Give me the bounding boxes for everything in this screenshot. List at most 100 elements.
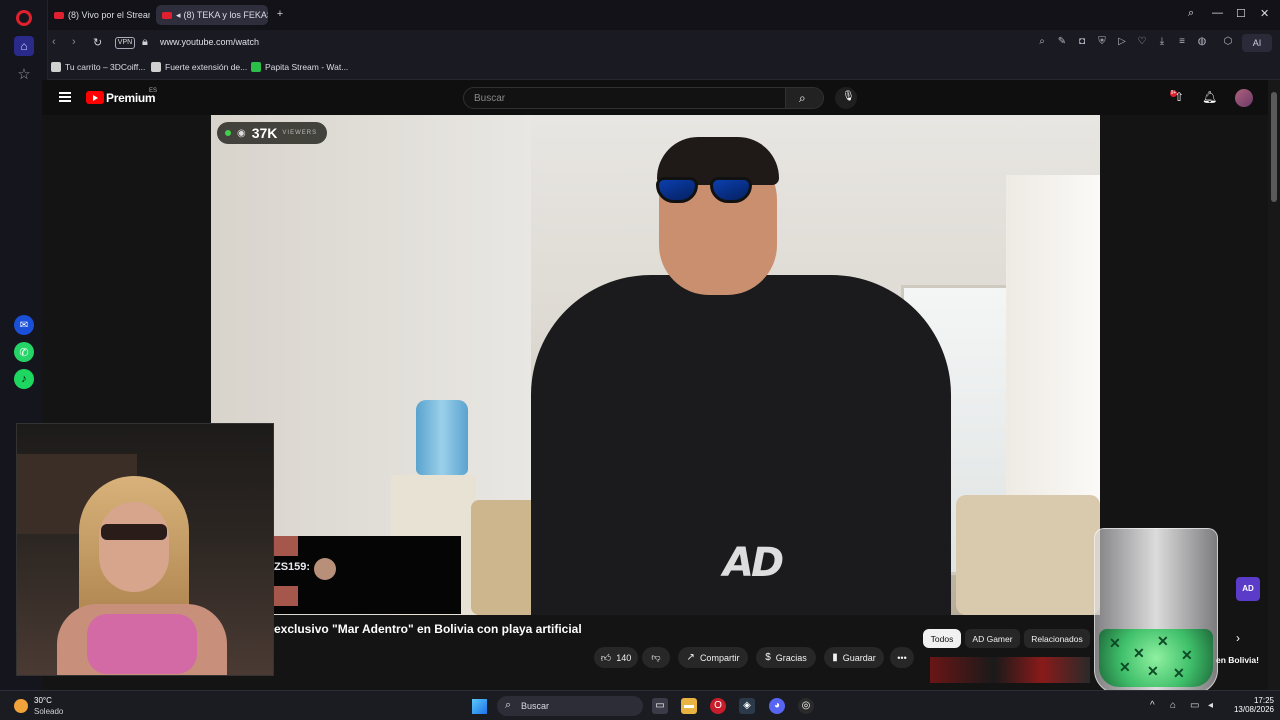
clock[interactable]: 17:25 13/08/2026 xyxy=(1226,696,1274,714)
weather-description[interactable]: Soleado xyxy=(34,707,63,716)
bookmark-icon: ▮ xyxy=(832,652,838,663)
opera-logo-icon[interactable] xyxy=(16,10,32,26)
chip-todos[interactable]: Todos xyxy=(923,629,961,648)
youtube-header: Premium ES Buscar ⌕ 🎙︎ ⇧ 🔔︎ xyxy=(42,80,1268,115)
app-taskbar-icon[interactable]: ◈ xyxy=(739,698,755,714)
decorative-glass-overlay: ✕ ✕ ✕ ✕ ✕ ✕ ✕ xyxy=(1094,528,1218,694)
new-tab-icon[interactable]: + xyxy=(274,8,286,20)
thumbs-up-icon: 👍︎ xyxy=(600,652,612,664)
search-tabs-icon[interactable]: ⌕ xyxy=(1188,7,1194,20)
zoom-icon[interactable]: ⌕ xyxy=(1036,36,1048,48)
avatar[interactable] xyxy=(1235,89,1253,107)
extensions-icon[interactable]: ⬡ xyxy=(1222,36,1234,48)
taskbar-search-label: Buscar xyxy=(521,701,550,711)
taskbar-search[interactable]: ⌕ Buscar xyxy=(497,696,643,716)
address-bar: ‹ › ↻ VPN 🔒︎ www.youtube.com/watch ⌕ ✎ ◘… xyxy=(48,30,1280,56)
profile-icon[interactable]: ◍ xyxy=(1196,36,1208,48)
recommended-thumbnail[interactable] xyxy=(930,657,1090,683)
thanks-icon: $ xyxy=(765,652,771,663)
webcam-streamer-top xyxy=(87,614,197,674)
chat-overlay: ZS159: xyxy=(274,536,461,614)
url-field[interactable]: www.youtube.com/watch xyxy=(160,37,259,47)
channel-logo[interactable]: AD xyxy=(1236,577,1260,601)
voice-search-button[interactable]: 🎙︎ xyxy=(835,87,857,109)
vpn-badge[interactable]: VPN xyxy=(115,37,135,49)
bookmark-item[interactable]: Papita Stream - Wat... xyxy=(251,62,348,72)
youtube-favicon-icon xyxy=(54,11,64,19)
maximize-icon[interactable]: ☐ xyxy=(1236,7,1246,20)
home-icon[interactable]: ⌂ xyxy=(14,36,34,56)
forward-icon[interactable]: › xyxy=(72,36,76,48)
video-title: exclusivo "Mar Adentro" en Bolivia con p… xyxy=(274,622,582,636)
live-viewers-pill: ◉ 37K VIEWERS xyxy=(217,122,327,144)
bell-icon[interactable]: 🔔︎ xyxy=(1202,90,1217,104)
chat-username: ZS159: xyxy=(274,561,311,573)
more-icon: ••• xyxy=(897,652,907,663)
tab-vivo-streaming[interactable]: (8) Vivo por el Streaming xyxy=(48,5,150,25)
chevron-up-icon[interactable]: ^ xyxy=(1150,700,1155,711)
task-view-icon[interactable]: ▭ xyxy=(652,698,668,714)
star-icon[interactable]: ☆ xyxy=(14,64,34,84)
close-icon[interactable]: ✕ xyxy=(1260,7,1269,20)
volume-icon[interactable]: ◂ xyxy=(1208,700,1213,711)
minimize-icon[interactable]: — xyxy=(1212,7,1223,19)
page-scrollbar[interactable] xyxy=(1268,80,1280,690)
chip-ad-gamer[interactable]: AD Gamer xyxy=(965,629,1020,648)
weather-sun-icon[interactable] xyxy=(14,699,28,713)
like-count: 140 xyxy=(616,652,632,663)
network-icon[interactable]: ⌂ xyxy=(1170,700,1176,711)
lock-icon: 🔒︎ xyxy=(142,36,148,48)
mic-icon: 🎙︎ xyxy=(842,91,855,102)
reload-icon[interactable]: ↻ xyxy=(93,36,102,49)
more-actions-button[interactable]: ••• xyxy=(890,647,914,668)
chat-emote-icon xyxy=(274,586,298,606)
bookmark-item[interactable]: Fuerte extensión de... xyxy=(151,62,247,72)
edit-icon[interactable]: ✎ xyxy=(1056,36,1068,48)
youtube-logo-icon[interactable] xyxy=(86,91,104,104)
play-icon[interactable]: ▷ xyxy=(1116,36,1128,48)
download-icon[interactable]: ⤓ xyxy=(1156,36,1168,48)
clock-time: 17:25 xyxy=(1253,696,1274,705)
video-scene-sofa xyxy=(956,495,1100,615)
aria-ai-button[interactable]: AI xyxy=(1242,34,1272,52)
chip-relacionados[interactable]: Relacionados xyxy=(1024,629,1090,648)
opera-taskbar-icon[interactable]: O xyxy=(710,698,726,714)
tab-teka-fekas[interactable]: ◂ (8) TEKA y los FEKAS V xyxy=(156,5,268,25)
search-button[interactable]: ⌕ xyxy=(786,87,824,109)
notification-badge: 9+ xyxy=(1170,90,1177,97)
chevron-right-icon[interactable]: › xyxy=(1236,631,1240,645)
share-button[interactable]: ↗ Compartir xyxy=(678,647,748,668)
windows-taskbar: 30°C Soleado ⌕ Buscar ▭ ▬ O ◈ ◕ ◎ ^ ⌂ ▭ … xyxy=(0,690,1280,720)
discord-icon[interactable]: ◕ xyxy=(769,698,785,714)
camera-icon[interactable]: ◘ xyxy=(1076,36,1088,48)
save-button[interactable]: ▮ Guardar xyxy=(824,647,884,668)
menu-icon[interactable]: ≡ xyxy=(1176,36,1188,48)
webcam-streamer-sunglasses xyxy=(101,524,167,540)
spotify-icon[interactable]: ♪ xyxy=(14,369,34,389)
shield-icon[interactable]: ⛨ xyxy=(1096,36,1108,48)
tab-label: (8) Vivo por el Streaming xyxy=(68,10,150,20)
start-button[interactable] xyxy=(472,699,487,714)
hamburger-menu-icon[interactable] xyxy=(59,92,71,102)
ai-label: AI xyxy=(1252,38,1262,48)
back-icon[interactable]: ‹ xyxy=(52,36,56,48)
like-button[interactable]: 👍︎ 140 xyxy=(594,647,638,668)
bookmark-item[interactable]: Tu carrito – 3DCoiff... xyxy=(51,62,145,72)
heart-icon[interactable]: ♡ xyxy=(1136,36,1148,48)
file-explorer-icon[interactable]: ▬ xyxy=(681,698,697,714)
battery-icon[interactable]: ▭ xyxy=(1190,700,1199,711)
thanks-button[interactable]: $ Gracias xyxy=(756,647,816,668)
dislike-button[interactable]: 👎︎ xyxy=(642,647,670,668)
clock-date: 13/08/2026 xyxy=(1233,705,1274,714)
search-input[interactable]: Buscar xyxy=(463,87,786,109)
bookmark-label: Fuerte extensión de... xyxy=(165,62,248,72)
recommended-title[interactable]: en Bolivia! xyxy=(1216,655,1259,665)
chat-emote-icon xyxy=(314,558,336,580)
messenger-icon[interactable]: ✉ xyxy=(14,315,34,335)
scrollbar-thumb[interactable] xyxy=(1271,92,1277,202)
whatsapp-icon[interactable]: ✆ xyxy=(14,342,34,362)
weather-temperature[interactable]: 30°C xyxy=(34,696,52,705)
youtube-brand[interactable]: Premium xyxy=(106,91,156,105)
obs-icon[interactable]: ◎ xyxy=(798,698,814,714)
video-scene-water-bottle xyxy=(416,400,468,475)
